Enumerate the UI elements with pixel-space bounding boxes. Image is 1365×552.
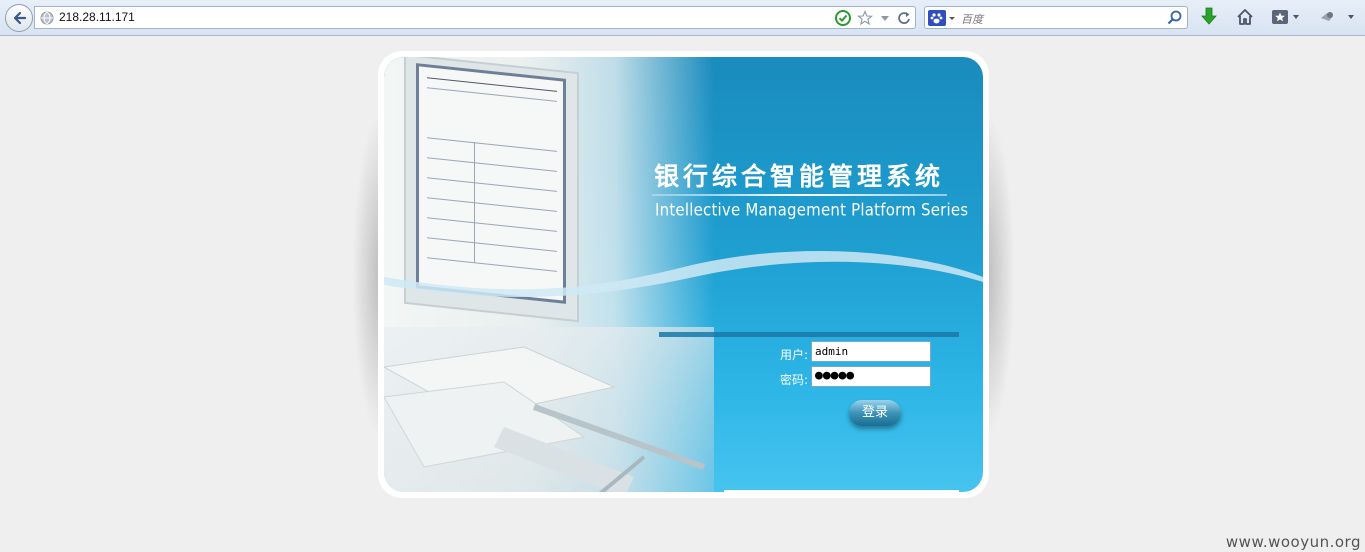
watermark: www.wooyun.org: [1225, 533, 1361, 551]
keyboard-papers-image: [384, 327, 714, 492]
search-placeholder: 百度: [961, 13, 983, 26]
download-icon[interactable]: [1200, 7, 1218, 27]
home-icon[interactable]: [1236, 7, 1254, 27]
search-icon[interactable]: [1167, 10, 1182, 25]
browser-toolbar: 218.28.11.171 百度: [0, 0, 1365, 36]
system-title-cn: 银行综合智能管理系统: [654, 162, 945, 191]
form-divider: [659, 332, 959, 337]
login-panel-background: 银行综合智能管理系统 Intellective Management Platf…: [384, 57, 983, 492]
login-button[interactable]: 登录: [849, 400, 901, 426]
password-label: 密码:: [780, 373, 809, 387]
username-value: admin: [815, 345, 849, 358]
wave-decoration: [384, 250, 983, 297]
search-bar[interactable]: 百度: [924, 6, 1188, 29]
globe-icon: [40, 11, 54, 25]
bookmark-star-icon[interactable]: [857, 10, 873, 26]
bookmarks-menu-icon[interactable]: [1271, 7, 1303, 27]
back-button[interactable]: [5, 4, 33, 32]
baidu-paw-icon: [928, 10, 946, 26]
username-label: 用户:: [780, 348, 809, 362]
verified-check-icon[interactable]: [835, 10, 851, 26]
login-button-label: 登录: [861, 405, 888, 420]
login-panel: 银行综合智能管理系统 Intellective Management Platf…: [378, 51, 989, 498]
extension-menu-icon[interactable]: [1318, 7, 1358, 27]
url-text: 218.28.11.171: [59, 10, 135, 24]
address-bar[interactable]: 218.28.11.171: [34, 6, 916, 29]
history-dropdown-icon[interactable]: [879, 10, 891, 26]
password-mask: ●●●●●: [815, 368, 855, 383]
bottom-accent-line: [724, 490, 959, 492]
password-input[interactable]: ●●●●●: [811, 366, 931, 387]
search-engine-selector[interactable]: [928, 10, 956, 26]
title-underline: [652, 194, 947, 196]
username-input[interactable]: admin: [811, 341, 931, 362]
reload-icon[interactable]: [897, 10, 911, 26]
papers-graphic: [384, 346, 705, 492]
engine-dropdown-icon: [949, 17, 955, 20]
system-title-en: Intellective Management Platform Series: [655, 199, 969, 221]
back-arrow-icon: [13, 11, 27, 25]
